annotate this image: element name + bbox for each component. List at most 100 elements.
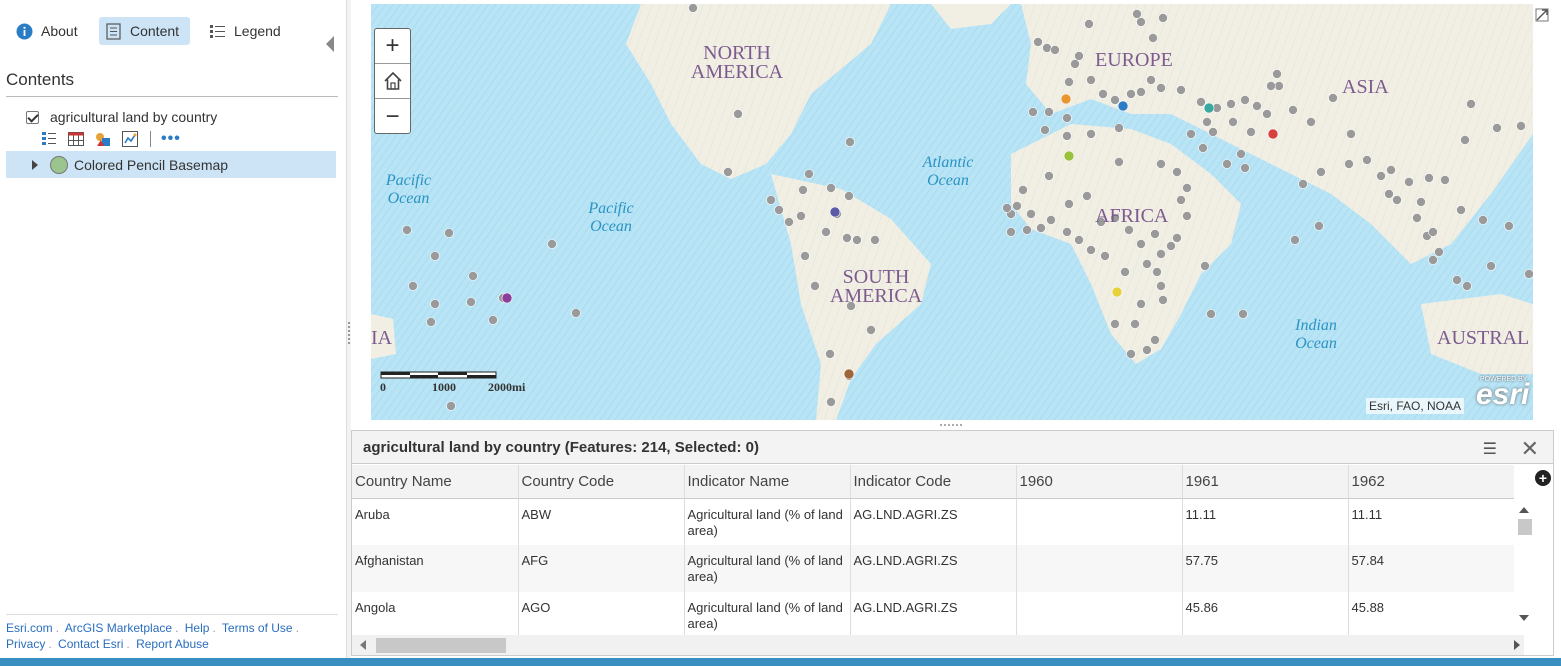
feature-point[interactable] bbox=[826, 397, 836, 407]
feature-point[interactable] bbox=[1252, 101, 1262, 111]
feature-point[interactable] bbox=[1110, 319, 1120, 329]
feature-point[interactable] bbox=[1384, 189, 1394, 199]
feature-point[interactable] bbox=[1022, 225, 1032, 235]
zoom-out-button[interactable]: − bbox=[375, 99, 410, 134]
feature-point[interactable] bbox=[1114, 123, 1124, 133]
zoom-in-button[interactable]: + bbox=[375, 29, 410, 64]
feature-point[interactable] bbox=[1086, 129, 1096, 139]
feature-point[interactable] bbox=[466, 297, 476, 307]
feature-point[interactable] bbox=[1416, 197, 1426, 207]
link-privacy[interactable]: Privacy bbox=[6, 637, 45, 651]
feature-point[interactable] bbox=[1452, 275, 1462, 285]
feature-point[interactable] bbox=[810, 281, 820, 291]
feature-point[interactable] bbox=[1156, 83, 1166, 93]
expand-arrow-icon[interactable] bbox=[32, 159, 38, 170]
feature-point[interactable] bbox=[1516, 121, 1526, 131]
feature-point[interactable] bbox=[1040, 125, 1050, 135]
tab-about[interactable]: About bbox=[10, 17, 84, 45]
feature-point[interactable] bbox=[1182, 183, 1192, 193]
feature-point[interactable] bbox=[1362, 155, 1372, 165]
feature-point[interactable] bbox=[1328, 93, 1338, 103]
map-view[interactable]: NORTH AMERICA EUROPE ASIA AFRICA SOUTH A… bbox=[371, 4, 1533, 420]
feature-point[interactable] bbox=[1044, 171, 1054, 181]
collapse-panel-icon[interactable] bbox=[326, 36, 334, 52]
feature-point[interactable] bbox=[1440, 175, 1450, 185]
feature-point[interactable] bbox=[1272, 69, 1282, 79]
feature-point[interactable] bbox=[688, 4, 698, 13]
table-splitter[interactable] bbox=[351, 420, 1561, 430]
feature-point[interactable] bbox=[1238, 309, 1248, 319]
feature-point[interactable] bbox=[430, 299, 440, 309]
col-country-code[interactable]: Country Code bbox=[518, 465, 685, 499]
feature-point[interactable] bbox=[1084, 19, 1094, 29]
feature-point[interactable] bbox=[1120, 267, 1130, 277]
feature-point[interactable] bbox=[804, 169, 814, 179]
feature-point-highlight[interactable] bbox=[829, 206, 841, 218]
feature-point[interactable] bbox=[1346, 129, 1356, 139]
table-splitter-grip[interactable] bbox=[940, 424, 962, 426]
feature-point[interactable] bbox=[1098, 89, 1108, 99]
feature-point[interactable] bbox=[1202, 117, 1212, 127]
feature-point[interactable] bbox=[1172, 167, 1182, 177]
feature-point[interactable] bbox=[1152, 267, 1162, 277]
feature-point[interactable] bbox=[1428, 227, 1438, 237]
attribute-table-icon[interactable] bbox=[67, 130, 85, 148]
feature-point[interactable] bbox=[723, 167, 733, 177]
feature-point[interactable] bbox=[1240, 163, 1250, 173]
feature-point[interactable] bbox=[1082, 191, 1092, 201]
feature-point[interactable] bbox=[1028, 107, 1038, 117]
feature-point[interactable] bbox=[870, 235, 880, 245]
feature-point[interactable] bbox=[1062, 131, 1072, 141]
feature-point[interactable] bbox=[826, 183, 836, 193]
feature-point[interactable] bbox=[798, 185, 808, 195]
feature-point[interactable] bbox=[547, 239, 557, 249]
vertical-scrollbar[interactable] bbox=[1514, 465, 1534, 635]
feature-point[interactable] bbox=[1142, 345, 1152, 355]
feature-point[interactable] bbox=[845, 137, 855, 147]
feature-point[interactable] bbox=[1344, 159, 1354, 169]
scroll-left-icon[interactable] bbox=[360, 640, 366, 650]
feature-point[interactable] bbox=[1130, 319, 1140, 329]
feature-point[interactable] bbox=[1306, 117, 1316, 127]
col-1962[interactable]: 1962 bbox=[1348, 465, 1514, 499]
feature-point[interactable] bbox=[844, 191, 854, 201]
feature-point[interactable] bbox=[1504, 221, 1514, 231]
feature-point[interactable] bbox=[1018, 185, 1028, 195]
feature-point[interactable] bbox=[842, 233, 852, 243]
feature-point[interactable] bbox=[1462, 281, 1472, 291]
feature-point[interactable] bbox=[1486, 261, 1496, 271]
feature-point[interactable] bbox=[1156, 159, 1166, 169]
tab-legend[interactable]: Legend bbox=[203, 17, 287, 45]
feature-point-highlight[interactable] bbox=[1117, 100, 1129, 112]
col-indicator-code[interactable]: Indicator Code bbox=[850, 465, 1017, 499]
feature-point[interactable] bbox=[1316, 167, 1326, 177]
feature-point[interactable] bbox=[1478, 215, 1488, 225]
feature-point[interactable] bbox=[1166, 241, 1176, 251]
feature-point[interactable] bbox=[1012, 201, 1022, 211]
esri-logo[interactable]: esri bbox=[1476, 378, 1529, 412]
feature-point[interactable] bbox=[1002, 203, 1012, 213]
feature-point[interactable] bbox=[1006, 227, 1016, 237]
feature-point[interactable] bbox=[1100, 251, 1110, 261]
feature-point[interactable] bbox=[1274, 81, 1284, 91]
layer-name[interactable]: agricultural land by country bbox=[50, 109, 217, 125]
home-button[interactable] bbox=[375, 64, 410, 99]
feature-point[interactable] bbox=[1392, 195, 1402, 205]
feature-point-highlight[interactable] bbox=[843, 368, 855, 380]
table-menu-icon[interactable]: ☰ bbox=[1483, 439, 1497, 459]
feature-point[interactable] bbox=[1064, 199, 1074, 209]
feature-point[interactable] bbox=[1386, 165, 1396, 175]
feature-point[interactable] bbox=[1456, 205, 1466, 215]
feature-point[interactable] bbox=[1064, 77, 1074, 87]
link-esri-com[interactable]: Esri.com bbox=[6, 621, 53, 635]
feature-point[interactable] bbox=[1434, 247, 1444, 257]
feature-point[interactable] bbox=[1036, 223, 1046, 233]
feature-point[interactable] bbox=[1136, 239, 1146, 249]
col-1960[interactable]: 1960 bbox=[1016, 465, 1183, 499]
table-row[interactable]: Angola AGO Agricultural land (% of land … bbox=[352, 592, 1514, 635]
feature-point[interactable] bbox=[1240, 95, 1250, 105]
feature-point[interactable] bbox=[1404, 177, 1414, 187]
feature-point[interactable] bbox=[1136, 299, 1146, 309]
feature-point-highlight[interactable] bbox=[1063, 150, 1075, 162]
feature-point[interactable] bbox=[1033, 37, 1043, 47]
